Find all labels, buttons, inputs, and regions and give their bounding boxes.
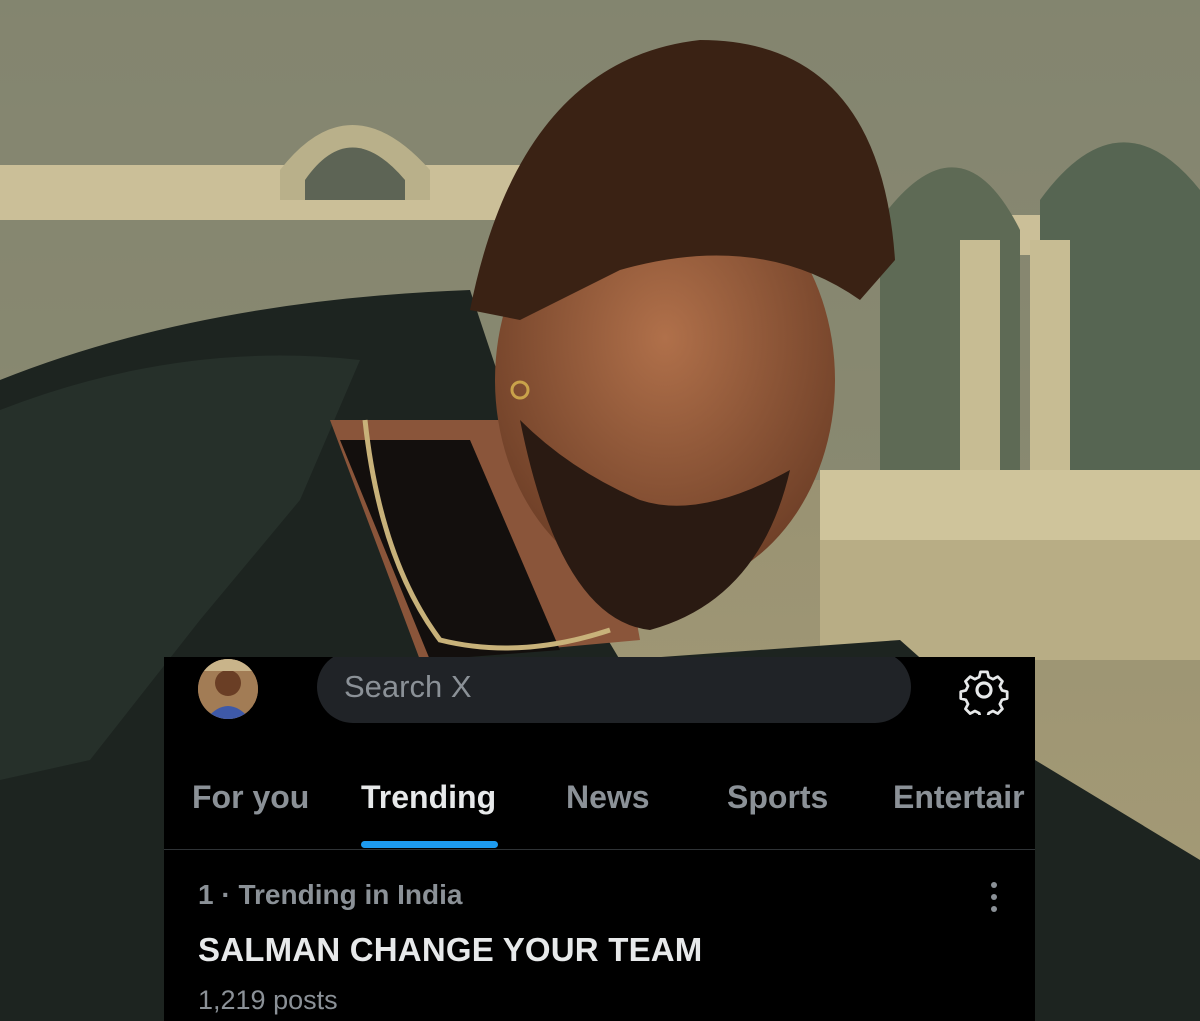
avatar-image (198, 659, 258, 719)
trend-title: SALMAN CHANGE YOUR TEAM (198, 931, 703, 968)
tab-for-you[interactable]: For you (192, 779, 309, 816)
trend-post-count: 1,219 posts (198, 985, 338, 1015)
more-vertical-icon[interactable] (979, 879, 1009, 915)
profile-avatar[interactable] (198, 659, 258, 719)
tab-entertainment[interactable]: Entertair (893, 779, 1025, 816)
trend-context: 1 · Trending in India (198, 879, 463, 910)
active-tab-indicator (361, 841, 498, 848)
tab-sports[interactable]: Sports (727, 779, 828, 816)
search-input[interactable]: Search X (344, 669, 472, 705)
tab-trending[interactable]: Trending (361, 779, 496, 816)
search-bar[interactable]: Search X (317, 657, 911, 723)
gear-icon[interactable] (959, 665, 1009, 715)
x-explore-panel: Search X For you Trending News Sports En… (164, 657, 1035, 1021)
tab-news[interactable]: News (566, 779, 650, 816)
tab-bar: For you Trending News Sports Entertair (164, 765, 1035, 850)
